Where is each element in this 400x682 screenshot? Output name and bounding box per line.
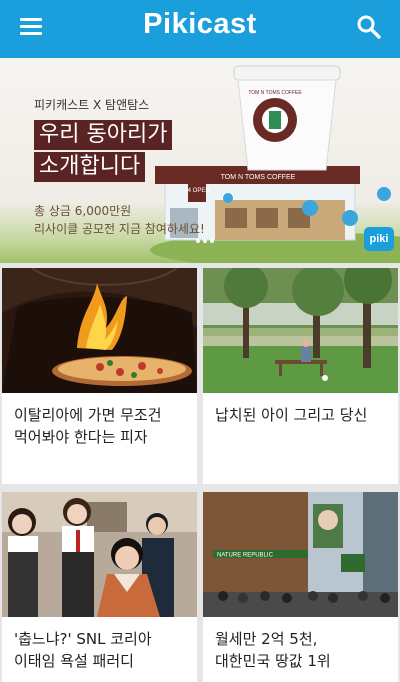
banner-headline-line1: 우리 동아리가 xyxy=(34,120,173,150)
search-icon[interactable] xyxy=(356,14,382,40)
carousel-dots xyxy=(196,228,217,247)
card-title: '춥느냐?' SNL 코리아 이태임 욕설 패러디 xyxy=(14,630,152,670)
card-thumbnail xyxy=(2,492,197,617)
app-logo[interactable]: Pikicast xyxy=(0,8,400,41)
feed-card[interactable]: 납치된 아이 그리고 당신 xyxy=(203,268,398,484)
card-title: 월세만 2억 5천, 대한민국 땅값 1위 xyxy=(215,630,331,670)
card-title: 납치된 아이 그리고 당신 xyxy=(215,406,368,424)
card-thumbnail xyxy=(203,268,398,393)
card-title: 이탈리아에 가면 무조건 먹어봐야 한다는 피자 xyxy=(14,406,162,446)
feed-card[interactable]: '춥느냐?' SNL 코리아 이태임 욕설 패러디 xyxy=(2,492,197,682)
feed-card[interactable]: 이탈리아에 가면 무조건 먹어봐야 한다는 피자 xyxy=(2,268,197,484)
piki-badge: piki xyxy=(364,227,394,251)
booth-sign: TOM N TOMS COFFEE xyxy=(221,174,296,181)
banner-subtitle: 피키캐스트 X 탐앤탐스 xyxy=(34,98,150,112)
banner-prize-text: 총 상금 6,000만원 xyxy=(34,204,132,218)
booth-open-sign: 24 OPEN xyxy=(184,188,209,194)
card-thumbnail: NATURE REPUBLIC xyxy=(203,492,398,617)
banner-headline-line2: 소개합니다 xyxy=(34,152,146,182)
cup-logo-text: TOM N TOMS COFFEE xyxy=(248,90,302,96)
promo-banner[interactable]: TOM N TOMS COFFEE 24 OPEN TOM N TOMS COF… xyxy=(0,58,400,263)
card-thumbnail xyxy=(2,268,197,393)
banner-cta-text: 리사이클 공모전 지금 참여하세요! xyxy=(34,222,205,236)
store-sign: NATURE REPUBLIC xyxy=(217,553,274,559)
top-app-bar: Pikicast xyxy=(0,0,400,58)
feed-card[interactable]: NATURE REPUBLIC 월세만 2억 5천, 대한민국 땅값 1위 xyxy=(203,492,398,682)
